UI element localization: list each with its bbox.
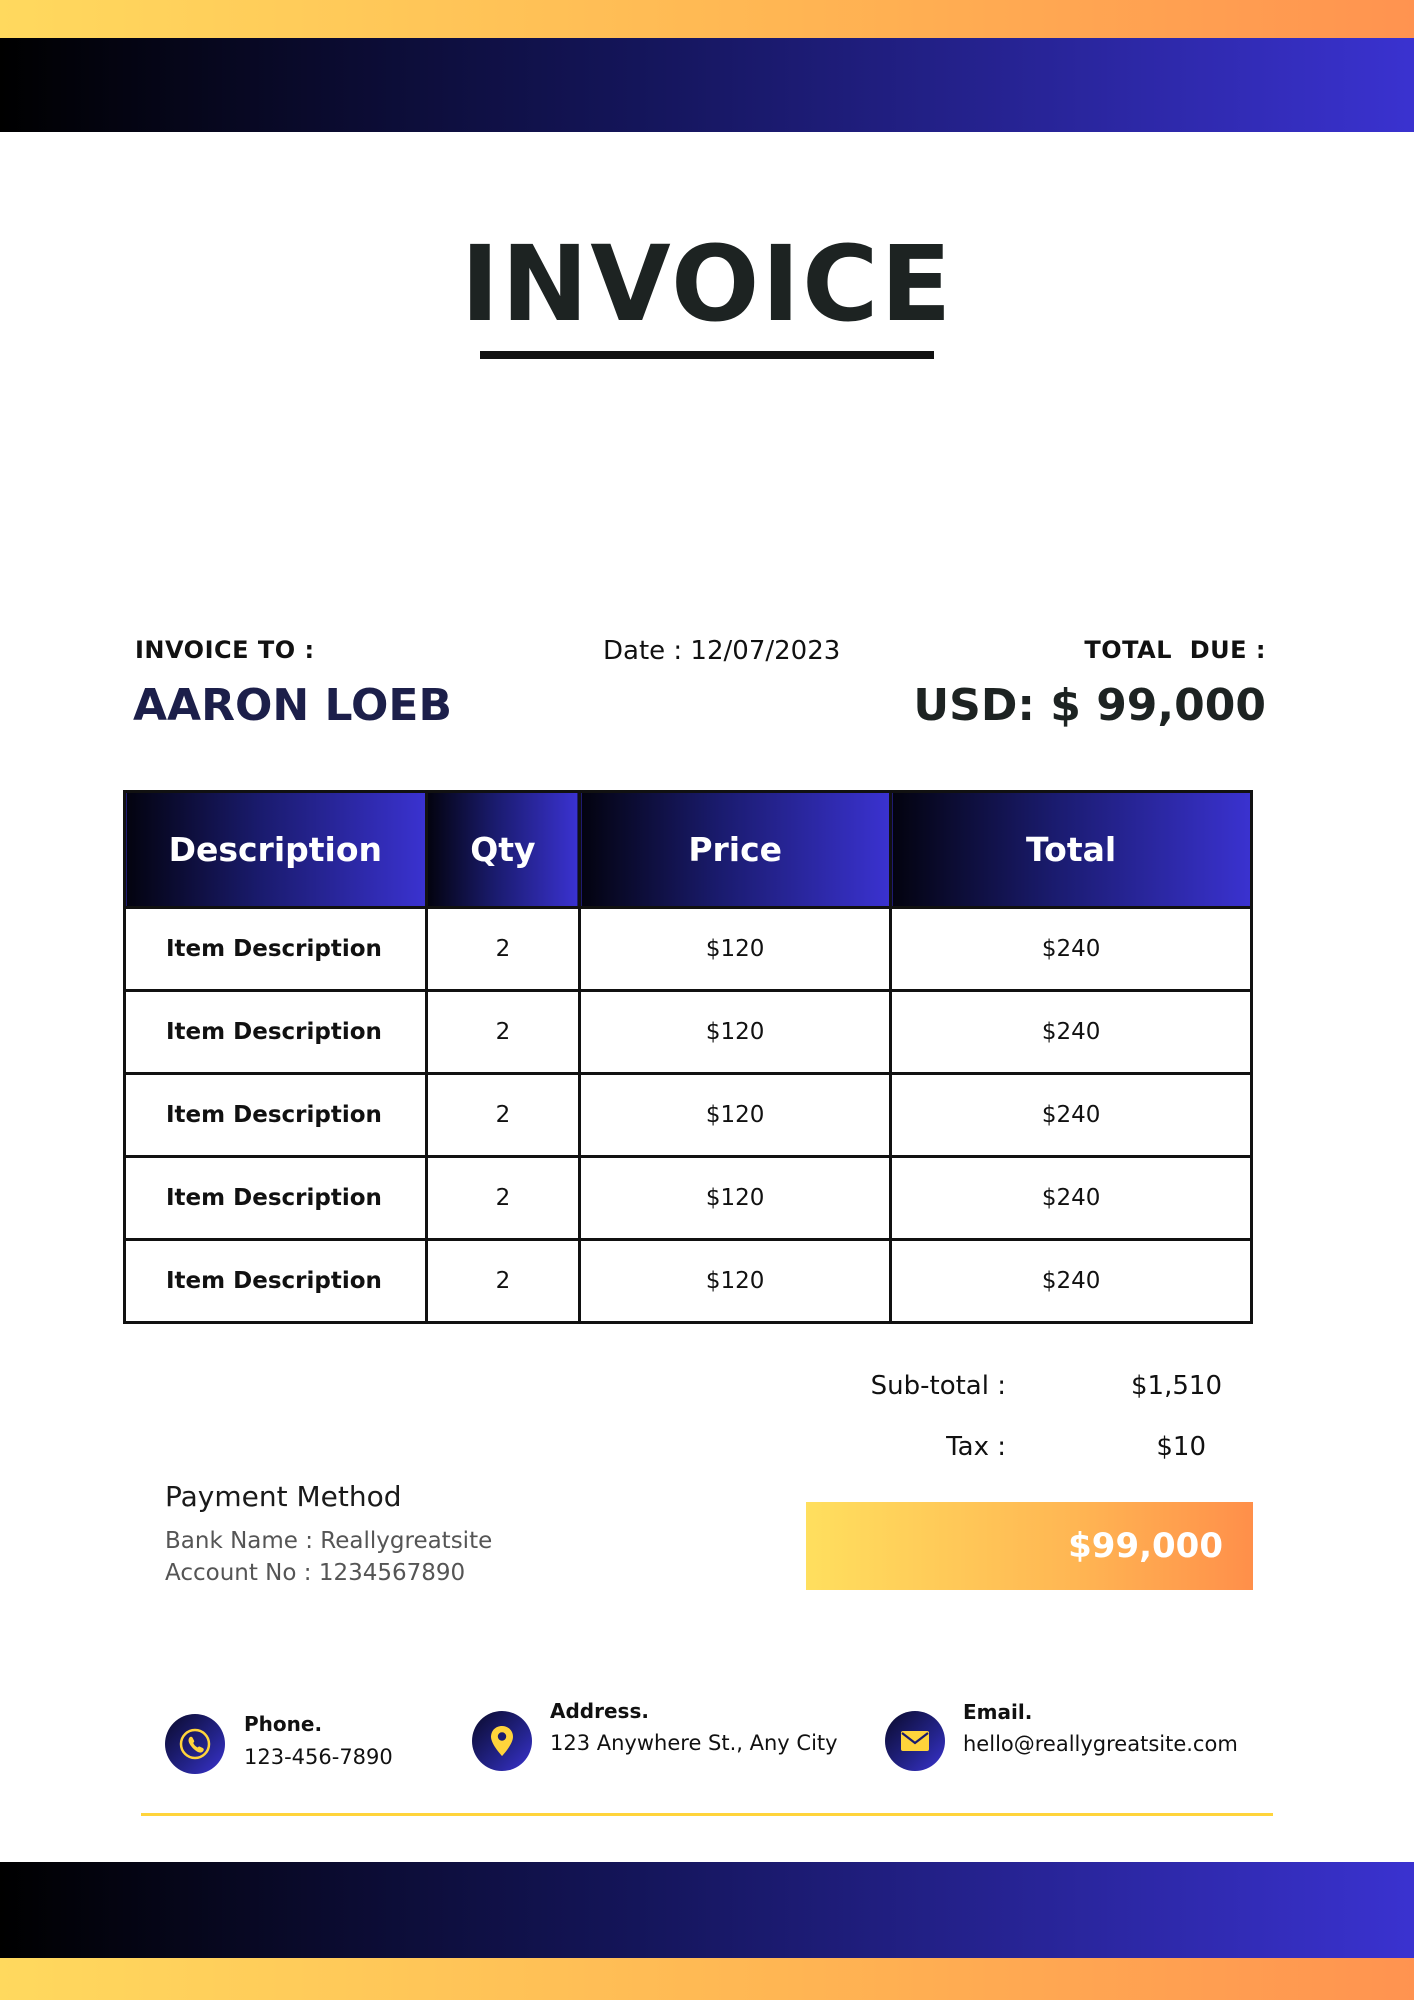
column-header-total: Total [889, 790, 1253, 909]
item-qty: 2 [424, 1238, 582, 1324]
table-header-row: Description Qty Price Total [123, 790, 1253, 909]
top-navy-band [0, 38, 1414, 132]
payment-method-title: Payment Method [165, 1480, 402, 1513]
tax-label: Tax : [946, 1432, 1006, 1462]
item-description: Item Description [123, 906, 428, 992]
bottom-navy-band [0, 1862, 1414, 1958]
invoice-items-table: Description Qty Price Total Item Descrip… [123, 790, 1253, 1324]
item-description: Item Description [123, 1238, 428, 1324]
grand-total-box: $99,000 [806, 1502, 1253, 1590]
bottom-orange-band [0, 1958, 1414, 2000]
phone-label: Phone. [244, 1712, 323, 1736]
phone-icon [165, 1714, 225, 1774]
item-total: $240 [889, 1155, 1253, 1241]
item-qty: 2 [424, 906, 582, 992]
item-total: $240 [889, 1072, 1253, 1158]
email-value: hello@reallygreatsite.com [963, 1732, 1238, 1756]
column-header-description: Description [123, 790, 428, 909]
total-due-value: USD: $ 99,000 [913, 680, 1266, 731]
item-price: $120 [578, 1238, 893, 1324]
item-total: $240 [889, 1238, 1253, 1324]
tax-value: $10 [1156, 1432, 1206, 1462]
item-price: $120 [578, 989, 893, 1075]
phone-value: 123-456-7890 [244, 1745, 393, 1769]
address-value: 123 Anywhere St., Any City [550, 1731, 838, 1755]
table-row: Item Description 2 $120 $240 [123, 906, 1253, 992]
client-name: AARON LOEB [133, 680, 452, 731]
item-description: Item Description [123, 1072, 428, 1158]
table-row: Item Description 2 $120 $240 [123, 989, 1253, 1075]
item-total: $240 [889, 906, 1253, 992]
item-description: Item Description [123, 989, 428, 1075]
location-pin-icon [472, 1711, 532, 1771]
footer-divider [141, 1813, 1273, 1816]
address-label: Address. [550, 1699, 649, 1723]
invoice-date: Date : 12/07/2023 [603, 636, 841, 666]
total-due-label: TOTAL DUE : [1084, 636, 1266, 664]
item-price: $120 [578, 906, 893, 992]
invoice-to-label: INVOICE TO : [135, 636, 315, 664]
column-header-price: Price [578, 790, 893, 909]
item-qty: 2 [424, 1155, 582, 1241]
item-price: $120 [578, 1072, 893, 1158]
table-row: Item Description 2 $120 $240 [123, 1238, 1253, 1324]
invoice-title: INVOICE [460, 223, 954, 345]
item-total: $240 [889, 989, 1253, 1075]
title-underline [480, 351, 934, 359]
subtotal-label: Sub-total : [870, 1371, 1006, 1401]
item-qty: 2 [424, 989, 582, 1075]
envelope-icon [885, 1711, 945, 1771]
top-orange-band [0, 0, 1414, 38]
bank-name: Bank Name : Reallygreatsite [165, 1528, 493, 1554]
account-number: Account No : 1234567890 [165, 1560, 466, 1586]
table-row: Item Description 2 $120 $240 [123, 1155, 1253, 1241]
item-qty: 2 [424, 1072, 582, 1158]
item-description: Item Description [123, 1155, 428, 1241]
column-header-qty: Qty [424, 790, 582, 909]
email-label: Email. [963, 1700, 1033, 1724]
subtotal-value: $1,510 [1131, 1371, 1222, 1401]
item-price: $120 [578, 1155, 893, 1241]
table-row: Item Description 2 $120 $240 [123, 1072, 1253, 1158]
